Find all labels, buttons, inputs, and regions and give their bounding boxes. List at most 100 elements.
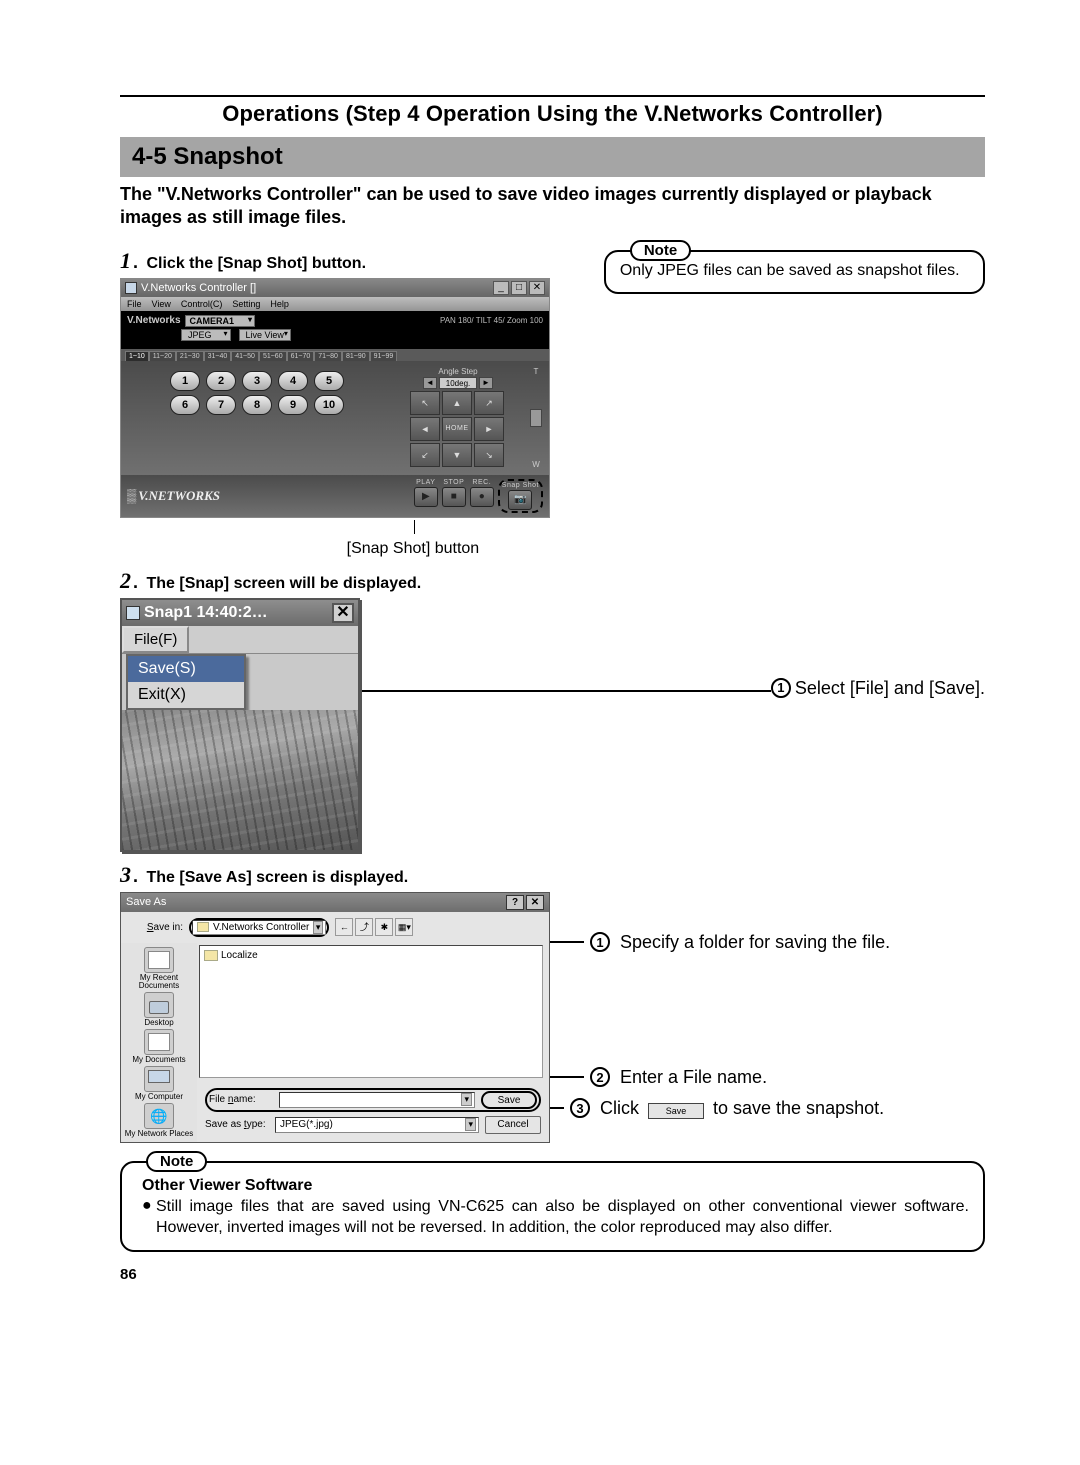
- menu-control[interactable]: Control(C): [181, 299, 223, 309]
- close-button[interactable]: ✕: [332, 603, 354, 623]
- angle-minus-button[interactable]: ◄: [423, 377, 437, 389]
- place-desktop[interactable]: Desktop: [144, 992, 174, 1027]
- preset-button[interactable]: 2: [206, 371, 236, 391]
- preset-tab[interactable]: 21~30: [176, 351, 204, 361]
- zoom-thumb[interactable]: [530, 409, 542, 427]
- network-icon: [144, 1103, 174, 1129]
- stop-control[interactable]: STOP ■: [442, 479, 466, 513]
- play-label: PLAY: [416, 479, 435, 486]
- menu-view[interactable]: View: [152, 299, 171, 309]
- saveas-titlebar[interactable]: Save As ? ✕: [121, 893, 549, 912]
- place-mydocs[interactable]: My Documents: [132, 1029, 185, 1064]
- preset-button[interactable]: 3: [242, 371, 272, 391]
- place-mycomputer[interactable]: My Computer: [135, 1066, 183, 1101]
- preset-tab[interactable]: 51~60: [259, 351, 287, 361]
- annotation-number: 3: [570, 1098, 590, 1118]
- cancel-button[interactable]: Cancel: [485, 1116, 541, 1134]
- menu-help[interactable]: Help: [270, 299, 289, 309]
- snap-menu-save[interactable]: Save(S): [128, 656, 244, 682]
- bullet-icon: ●: [142, 1197, 156, 1239]
- snap-menu-file[interactable]: File(F): [122, 626, 189, 653]
- folder-item[interactable]: Localize: [204, 950, 538, 961]
- ptz-downleft[interactable]: ↙: [410, 443, 440, 467]
- maximize-button[interactable]: □: [511, 281, 527, 295]
- liveview-selector[interactable]: Live View: [239, 329, 291, 341]
- preset-tab[interactable]: 41~50: [231, 351, 259, 361]
- snapshot-button[interactable]: 📷: [508, 490, 532, 510]
- savein-combo[interactable]: V.Networks Controller: [192, 920, 326, 935]
- ptz-upright[interactable]: ↗: [474, 391, 504, 415]
- documents-icon: [144, 1029, 174, 1055]
- window-titlebar[interactable]: V.Networks Controller [] _ □ ✕: [121, 279, 549, 297]
- newfolder-button[interactable]: ✱: [375, 918, 393, 936]
- up-button[interactable]: ⤴: [355, 918, 373, 936]
- play-button[interactable]: ▶: [414, 487, 438, 507]
- preset-tab[interactable]: 31~40: [204, 351, 232, 361]
- annotation-text: Specify a folder for saving the file.: [620, 932, 890, 953]
- preset-button[interactable]: 10: [314, 395, 344, 415]
- preset-button[interactable]: 6: [170, 395, 200, 415]
- camera-selector[interactable]: CAMERA1: [185, 315, 256, 327]
- step-1-text: Click the [Snap Shot] button.: [146, 255, 366, 272]
- format-selector[interactable]: JPEG: [181, 329, 231, 341]
- preset-button[interactable]: 5: [314, 371, 344, 391]
- ptz-up[interactable]: ▲: [442, 391, 472, 415]
- places-bar[interactable]: My Recent Documents Desktop My Documents…: [121, 943, 197, 1142]
- ptz-right[interactable]: ►: [474, 417, 504, 441]
- preset-button[interactable]: 7: [206, 395, 236, 415]
- preset-tabs[interactable]: 1~10 11~20 21~30 31~40 41~50 51~60 61~70…: [121, 349, 549, 361]
- back-button[interactable]: ←: [335, 918, 353, 936]
- leader-line: [550, 1107, 564, 1109]
- preset-tab[interactable]: 81~90: [342, 351, 370, 361]
- preset-tab[interactable]: 71~80: [314, 351, 342, 361]
- preset-tab[interactable]: 11~20: [149, 351, 176, 361]
- play-control[interactable]: PLAY ▶: [414, 479, 438, 513]
- save-button[interactable]: Save: [481, 1091, 537, 1109]
- savein-value: V.Networks Controller: [213, 922, 309, 933]
- snap-title-text: Snap1 14:40:2…: [144, 604, 268, 622]
- app-icon: [125, 282, 137, 294]
- preset-button[interactable]: 8: [242, 395, 272, 415]
- rec-button[interactable]: ●: [470, 487, 494, 507]
- snap-titlebar[interactable]: Snap1 14:40:2… ✕: [122, 600, 358, 626]
- preset-tab[interactable]: 91~99: [370, 351, 398, 361]
- zoom-slider[interactable]: T W: [529, 367, 543, 469]
- ptz-downright[interactable]: ↘: [474, 443, 504, 467]
- ptz-upleft[interactable]: ↖: [410, 391, 440, 415]
- snap-menu[interactable]: File(F): [122, 626, 358, 654]
- ptz-left[interactable]: ◄: [410, 417, 440, 441]
- filename-input[interactable]: [279, 1092, 475, 1108]
- ptz-down[interactable]: ▼: [442, 443, 472, 467]
- angle-plus-button[interactable]: ►: [479, 377, 493, 389]
- snapshot-control[interactable]: Snap Shot 📷: [502, 482, 539, 510]
- place-network[interactable]: My Network Places: [125, 1103, 193, 1138]
- brand-label: V.Networks: [127, 315, 181, 326]
- views-button[interactable]: ▦▾: [395, 918, 413, 936]
- file-list[interactable]: Localize: [199, 945, 543, 1078]
- close-button[interactable]: ✕: [529, 281, 545, 295]
- minimize-button[interactable]: _: [493, 281, 509, 295]
- help-button[interactable]: ?: [506, 895, 524, 910]
- rec-control[interactable]: REC. ●: [470, 479, 494, 513]
- preset-button[interactable]: 9: [278, 395, 308, 415]
- ptz-info: PAN 180/ TILT 45/ Zoom 100: [440, 316, 543, 325]
- menu-file[interactable]: File: [127, 299, 142, 309]
- menu-bar[interactable]: File View Control(C) Setting Help: [121, 297, 549, 311]
- menu-setting[interactable]: Setting: [232, 299, 260, 309]
- zoom-wide-label: W: [532, 460, 540, 469]
- step-3: 3. The [Save As] screen is displayed.: [120, 862, 985, 888]
- close-button[interactable]: ✕: [526, 895, 544, 910]
- preset-button[interactable]: 4: [278, 371, 308, 391]
- annotation-number: 1: [771, 678, 791, 698]
- preset-button[interactable]: 1: [170, 371, 200, 391]
- preset-tab[interactable]: 1~10: [125, 351, 149, 361]
- stop-button[interactable]: ■: [442, 487, 466, 507]
- app-icon: [126, 606, 140, 620]
- ptz-home[interactable]: HOME: [442, 417, 472, 441]
- snap-menu-exit[interactable]: Exit(X): [128, 682, 244, 708]
- place-recent[interactable]: My Recent Documents: [121, 947, 197, 990]
- snapshot-label: Snap Shot: [502, 482, 539, 489]
- step-2-text: The [Snap] screen will be displayed.: [146, 575, 421, 592]
- filetype-combo[interactable]: JPEG(*.jpg): [275, 1117, 479, 1133]
- preset-tab[interactable]: 61~70: [287, 351, 315, 361]
